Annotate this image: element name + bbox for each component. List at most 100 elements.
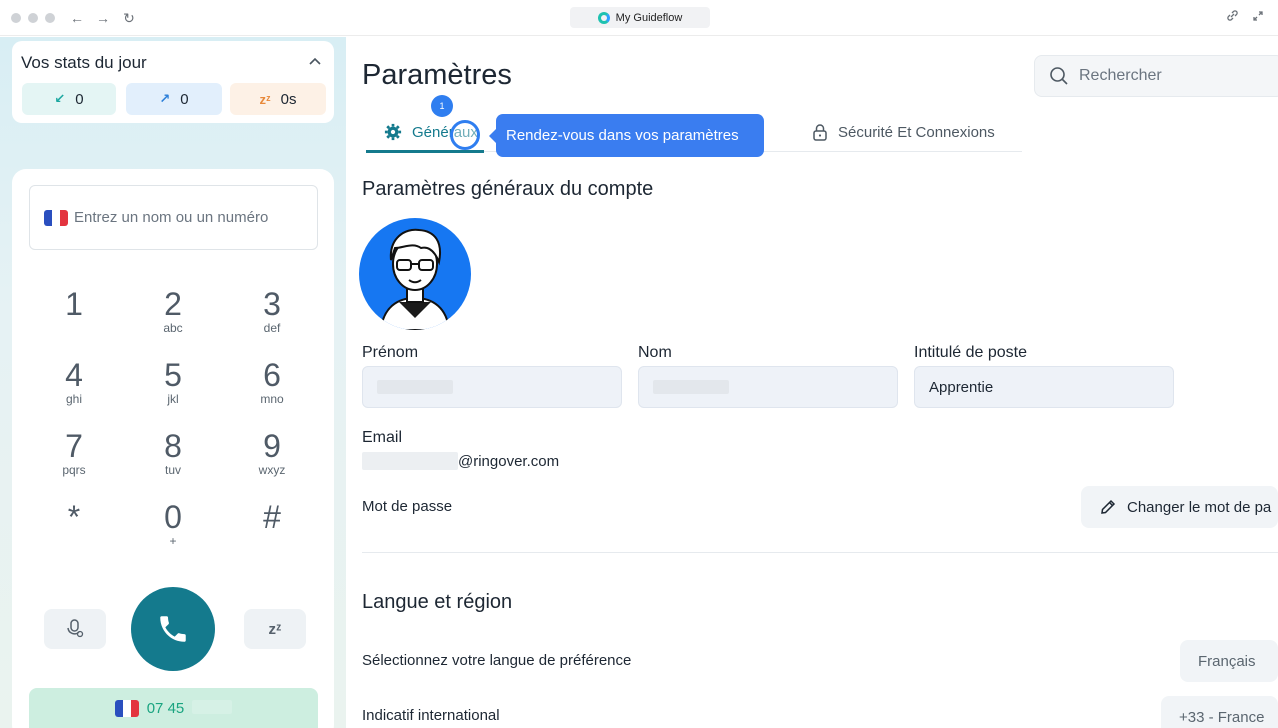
stats-title: Vos stats du jour	[21, 53, 147, 72]
daily-stats-card: Vos stats du jour ↙ 0 ↗ 0 zᶻ 0s	[12, 41, 334, 123]
dial-key-digit: 4	[65, 357, 83, 393]
intl-code-value: +33 - France	[1179, 708, 1265, 726]
url-title: My Guideflow	[615, 11, 683, 24]
guide-tooltip-text: Rendez-vous dans vos paramètres	[506, 127, 739, 144]
phone-icon	[160, 616, 186, 642]
dial-key[interactable]: 5 jkl	[133, 358, 213, 406]
reload-icon[interactable]: ↻	[120, 9, 138, 27]
lastname-field[interactable]	[638, 366, 898, 408]
gear-icon	[384, 123, 402, 141]
dial-key-letters: abc	[163, 321, 183, 335]
window-dot-maximize[interactable]	[45, 13, 55, 23]
dial-key-letters: wxyz	[258, 463, 286, 477]
dial-key-letters: tuv	[164, 463, 181, 477]
job-title-field[interactable]: Apprentie	[914, 366, 1174, 408]
dial-key[interactable]: 6 mno	[232, 358, 312, 406]
dial-key[interactable]: 2 abc	[133, 287, 213, 335]
dial-key-letters: def	[263, 321, 281, 335]
france-flag-icon	[44, 209, 68, 226]
tab-security[interactable]: Sécurité Et Connexions	[812, 123, 995, 141]
account-section-title: Paramètres généraux du compte	[362, 178, 654, 200]
incoming-calls-stat: ↙ 0	[22, 83, 116, 115]
password-label: Mot de passe	[362, 498, 453, 515]
outgoing-call-icon: ↗	[159, 91, 171, 106]
active-tab-indicator	[366, 150, 484, 153]
back-arrow-icon[interactable]: ←	[68, 9, 86, 27]
change-password-label: Changer le mot de pa	[1127, 498, 1272, 516]
dial-key-digit: 5	[164, 357, 182, 393]
dial-key[interactable]: #	[232, 500, 312, 534]
snooze-button[interactable]: zᶻ	[244, 609, 306, 649]
search-input[interactable]: Rechercher	[1034, 55, 1278, 97]
job-title-label: Intitulé de poste	[914, 344, 1027, 361]
redacted-lastname	[653, 380, 729, 394]
job-title-value: Apprentie	[929, 378, 994, 396]
dial-key-digit: #	[263, 499, 281, 535]
dial-key-digit: 7	[65, 428, 83, 464]
email-label: Email	[362, 429, 403, 446]
dial-key[interactable]: 7 pqrs	[34, 429, 114, 477]
redacted-firstname	[377, 380, 453, 394]
dial-key[interactable]: 8 tuv	[133, 429, 213, 477]
dial-key[interactable]: 3 def	[232, 287, 312, 335]
outgoing-count: 0	[180, 90, 189, 108]
caller-id-number: 07 45	[146, 700, 185, 717]
search-placeholder: Rechercher	[1079, 67, 1162, 84]
caller-id-bar[interactable]: 07 45	[29, 688, 318, 728]
intl-code-label: Indicatif international	[362, 707, 500, 724]
tab-security-label: Sécurité Et Connexions	[838, 123, 995, 141]
dial-key-digit: 0	[164, 499, 182, 535]
page-title: Paramètres	[362, 59, 512, 91]
dial-key-digit: 1	[65, 286, 83, 322]
guide-tooltip: Rendez-vous dans vos paramètres	[489, 114, 764, 157]
call-button[interactable]	[131, 587, 215, 671]
settings-main: Paramètres Rechercher Généraux s Sécurit…	[346, 37, 1278, 728]
mic-settings-icon	[67, 619, 84, 638]
change-password-button[interactable]: Changer le mot de pa	[1081, 486, 1278, 528]
section-divider	[362, 552, 1278, 553]
email-value: @ringover.com	[362, 452, 559, 470]
lock-icon	[813, 124, 827, 141]
guide-step-badge: 1	[431, 95, 453, 117]
snooze-stat: zᶻ 0s	[230, 83, 326, 115]
voicemail-button[interactable]	[44, 609, 106, 649]
dial-input[interactable]: Entrez un nom ou un numéro	[29, 185, 318, 250]
dial-key-digit: 9	[263, 428, 281, 464]
firstname-label: Prénom	[362, 344, 419, 361]
window-dot-close[interactable]	[11, 13, 21, 23]
forward-arrow-icon[interactable]: →	[94, 9, 112, 27]
dial-key[interactable]: 1	[34, 287, 114, 321]
dial-key[interactable]: 0 +	[133, 500, 213, 548]
dial-key-digit: *	[67, 499, 81, 535]
window-dot-minimize[interactable]	[28, 13, 38, 23]
dial-key-letters: jkl	[167, 392, 179, 406]
dial-key-digit: 6	[263, 357, 281, 393]
france-flag-icon	[114, 700, 139, 717]
dial-key-letters: ghi	[65, 392, 82, 406]
language-select[interactable]: Français	[1180, 640, 1278, 682]
snooze-button-label: zᶻ	[268, 620, 282, 638]
intl-code-select[interactable]: +33 - France	[1161, 696, 1278, 728]
snooze-icon: zᶻ	[259, 91, 271, 107]
guide-hotspot[interactable]	[450, 120, 480, 150]
firstname-field[interactable]	[362, 366, 622, 408]
avatar[interactable]	[359, 218, 471, 330]
pencil-icon	[1101, 499, 1116, 514]
dial-key-letters: +	[169, 534, 177, 548]
dialer-panel: Vos stats du jour ↙ 0 ↗ 0 zᶻ 0s Entrez u…	[0, 37, 346, 728]
guideflow-logo-icon	[597, 11, 610, 24]
dial-key[interactable]: 9 wxyz	[232, 429, 312, 477]
dial-key[interactable]: 4 ghi	[34, 358, 114, 406]
browser-chrome: ← → ↻ My Guideflow	[0, 0, 1278, 36]
dial-key-digit: 2	[164, 286, 182, 322]
incoming-count: 0	[75, 90, 84, 108]
dial-key[interactable]: *	[34, 500, 114, 534]
expand-icon[interactable]	[1249, 9, 1267, 27]
search-icon	[1050, 67, 1068, 85]
language-label: Sélectionnez votre langue de préférence	[362, 652, 632, 669]
link-icon[interactable]	[1223, 9, 1241, 27]
redacted-number	[192, 700, 233, 714]
chevron-up-icon[interactable]	[308, 53, 322, 69]
email-domain: @ringover.com	[458, 452, 560, 470]
url-bar[interactable]: My Guideflow	[570, 7, 710, 28]
